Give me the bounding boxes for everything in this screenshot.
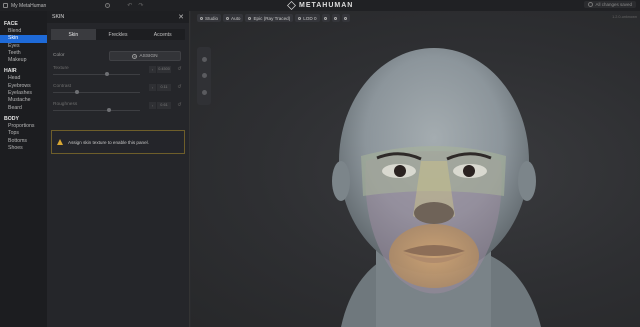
save-status-text: All changes saved [595, 2, 632, 7]
texture-decrement[interactable]: ‹ [149, 66, 156, 73]
assign-button[interactable]: + ASSIGN [109, 51, 181, 61]
cloud-check-icon [588, 2, 594, 7]
texture-stepper[interactable]: ‹ 0.4500 [149, 66, 171, 73]
panel-title: SKIN [52, 14, 65, 20]
metahuman-logo-icon [287, 1, 296, 10]
warning-icon [57, 139, 63, 145]
nav-item-blend[interactable]: Blend [0, 28, 47, 35]
nav-item-skin[interactable]: Skin [0, 35, 47, 43]
roughness-stepper[interactable]: ‹ 0.61 [149, 102, 171, 109]
home-icon[interactable] [3, 3, 8, 8]
project-name[interactable]: My MetaHuman [11, 3, 46, 9]
tab-accents[interactable]: Accents [140, 29, 185, 40]
contrast-slider-knob[interactable] [75, 90, 79, 94]
nav-item-head[interactable]: Head [0, 75, 47, 82]
nav-item-eyebrows[interactable]: Eyebrows [0, 83, 47, 90]
roughness-label: Roughness [53, 102, 78, 107]
skin-tabs: Skin Freckles Accents [51, 29, 185, 40]
nav-item-shoes[interactable]: Shoes [0, 145, 47, 152]
brand-logo: METAHUMAN [287, 1, 353, 10]
tab-skin[interactable]: Skin [51, 29, 96, 40]
nav-item-eyes[interactable]: Eyes [0, 43, 47, 50]
3d-viewport[interactable]: Studio Auto Epic (Ray Traced) LOD 0 1.2.… [191, 11, 640, 327]
nav-item-bottoms[interactable]: Bottoms [0, 138, 47, 145]
redo-icon[interactable]: ↷ [138, 2, 143, 9]
texture-reset-icon[interactable]: ↺ [176, 66, 183, 73]
nav-item-proportions[interactable]: Proportions [0, 123, 47, 130]
nav-group-face: FACE [4, 21, 18, 27]
contrast-stepper[interactable]: ‹ 0.11 [149, 84, 171, 91]
texture-slider-knob[interactable] [105, 72, 109, 76]
roughness-reset-icon[interactable]: ↺ [176, 102, 183, 109]
skin-panel: SKIN ✕ Skin Freckles Accents Color + ASS… [47, 11, 190, 327]
nav-item-beard[interactable]: Beard [0, 105, 47, 112]
nav-item-teeth[interactable]: Teeth [0, 50, 47, 57]
texture-value[interactable]: 0.4500 [157, 66, 171, 73]
category-sidebar: FACE Blend Skin Eyes Teeth Makeup HAIR H… [0, 11, 47, 327]
contrast-slider[interactable] [53, 90, 140, 94]
contrast-label: Contrast [53, 84, 72, 89]
character-render[interactable] [191, 11, 640, 327]
warning-text: Assign skin texture to enable this panel… [68, 139, 149, 145]
plus-icon: + [132, 53, 138, 59]
brand-name: METAHUMAN [299, 2, 354, 9]
panel-header: SKIN ✕ [47, 11, 189, 23]
tab-freckles[interactable]: Freckles [96, 29, 141, 40]
contrast-value[interactable]: 0.11 [157, 84, 171, 91]
undo-icon[interactable]: ↶ [127, 2, 132, 9]
title-bar: My MetaHuman i ↶ ↷ METAHUMAN All changes… [0, 0, 640, 11]
nav-item-makeup[interactable]: Makeup [0, 57, 47, 64]
nav-group-hair: HAIR [4, 68, 17, 75]
color-label: Color [53, 53, 65, 58]
close-icon[interactable]: ✕ [178, 13, 184, 21]
info-icon[interactable]: i [105, 3, 111, 8]
nav-item-tops[interactable]: Tops [0, 130, 47, 137]
roughness-slider-knob[interactable] [107, 108, 111, 112]
roughness-slider[interactable] [53, 108, 140, 112]
roughness-value[interactable]: 0.61 [157, 102, 171, 109]
nav-item-mustache[interactable]: Mustache [0, 97, 47, 104]
warning-banner: Assign skin texture to enable this panel… [51, 130, 185, 154]
contrast-decrement[interactable]: ‹ [149, 84, 156, 91]
contrast-reset-icon[interactable]: ↺ [176, 84, 183, 91]
roughness-decrement[interactable]: ‹ [149, 102, 156, 109]
texture-label: Texture [53, 66, 69, 71]
nav-item-eyelashes[interactable]: Eyelashes [0, 90, 47, 97]
texture-slider[interactable] [53, 72, 140, 76]
save-status: All changes saved [584, 1, 636, 8]
nav-group-body: BODY [4, 115, 19, 122]
assign-label: ASSIGN [139, 53, 158, 59]
